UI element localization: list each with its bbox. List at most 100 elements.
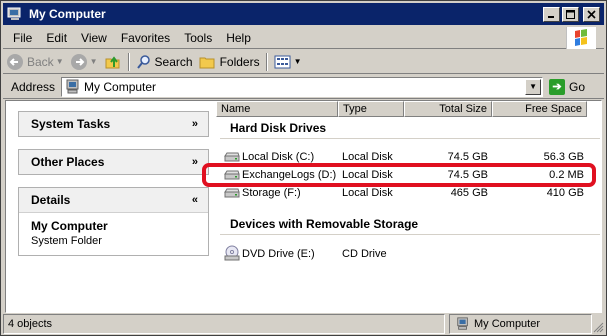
- column-type-label: Type: [343, 103, 367, 115]
- drive-total-size: 74.5 GB: [447, 151, 488, 163]
- minimize-icon: [548, 15, 554, 18]
- address-bar: Address My Computer ▼ ➔ Go: [3, 75, 604, 99]
- details-body: My Computer System Folder: [19, 212, 208, 255]
- maximize-button[interactable]: [562, 6, 579, 22]
- group-header-hard-disk-drives: Hard Disk Drives: [230, 121, 327, 135]
- back-button[interactable]: Back ▼: [3, 51, 67, 73]
- drive-row[interactable]: ExchangeLogs (D:) Local Disk 74.5 GB 0.2…: [216, 167, 601, 185]
- resize-grip-icon[interactable]: [592, 314, 604, 334]
- expand-chevron-icon[interactable]: »: [192, 156, 198, 168]
- drive-row[interactable]: DVD Drive (E:) CD Drive: [216, 245, 601, 264]
- system-tasks-header[interactable]: System Tasks »: [19, 112, 208, 136]
- search-button[interactable]: Search: [133, 51, 196, 73]
- hard-drive-icon: [224, 170, 240, 180]
- my-computer-icon: [66, 79, 79, 93]
- drive-type: Local Disk: [342, 151, 393, 163]
- window-title: My Computer: [29, 7, 106, 21]
- drive-name: Local Disk (C:): [242, 151, 315, 163]
- group-header-removable-storage: Devices with Removable Storage: [230, 217, 419, 231]
- group-divider: [220, 138, 600, 139]
- column-header-name[interactable]: Name: [216, 101, 338, 117]
- toolbar: Back ▼ ▼ Search Folders ▼: [3, 50, 604, 74]
- menu-edit[interactable]: Edit: [39, 31, 74, 45]
- toolbar-separator: [127, 52, 130, 71]
- details-title: Details: [31, 193, 71, 207]
- other-places-panel: Other Places »: [18, 149, 209, 175]
- chevron-down-icon: ▼: [529, 82, 537, 91]
- column-total-label: Total Size: [439, 103, 487, 115]
- drive-total-size: 74.5 GB: [447, 169, 488, 181]
- drive-row[interactable]: Storage (F:) Local Disk 465 GB 410 GB: [216, 185, 601, 203]
- go-label: Go: [569, 79, 586, 94]
- drive-free-space: 0.2 MB: [549, 169, 584, 181]
- my-computer-icon: [7, 7, 21, 20]
- minimize-button[interactable]: [543, 6, 560, 22]
- column-header-type[interactable]: Type: [338, 101, 404, 117]
- system-tasks-panel: System Tasks »: [18, 111, 209, 137]
- hard-drive-icon: [224, 152, 240, 162]
- status-zone: My Computer: [449, 314, 592, 334]
- column-name-label: Name: [221, 103, 251, 115]
- group-divider: [220, 234, 600, 235]
- menu-view[interactable]: View: [74, 31, 114, 45]
- drive-free-space: 410 GB: [546, 187, 584, 199]
- title-bar[interactable]: My Computer: [3, 3, 604, 25]
- other-places-title: Other Places: [31, 155, 105, 169]
- maximize-icon: [566, 9, 575, 19]
- drive-row[interactable]: Local Disk (C:) Local Disk 74.5 GB 56.3 …: [216, 149, 601, 167]
- status-object-count: 4 objects: [3, 314, 445, 334]
- forward-button[interactable]: ▼: [67, 51, 101, 73]
- details-item-type: System Folder: [31, 235, 102, 247]
- back-label: Back: [27, 54, 54, 69]
- status-zone-text: My Computer: [474, 318, 541, 330]
- task-pane: System Tasks » Other Places » Details « …: [6, 101, 216, 312]
- my-computer-icon: [457, 317, 468, 330]
- details-item-name: My Computer: [31, 219, 108, 233]
- menu-favorites[interactable]: Favorites: [114, 31, 177, 45]
- system-tasks-title: System Tasks: [31, 117, 111, 131]
- other-places-header[interactable]: Other Places »: [19, 150, 208, 174]
- drive-name: Storage (F:): [242, 187, 301, 199]
- column-header-free-space[interactable]: Free Space: [492, 101, 587, 117]
- collapse-chevron-icon[interactable]: «: [192, 194, 198, 206]
- views-dropdown-icon[interactable]: ▼: [294, 57, 302, 66]
- back-dropdown-icon[interactable]: ▼: [56, 57, 64, 66]
- close-icon: [587, 9, 596, 19]
- views-button[interactable]: ▼: [271, 51, 305, 73]
- address-dropdown-button[interactable]: ▼: [525, 78, 542, 95]
- menu-help[interactable]: Help: [219, 31, 258, 45]
- details-panel: Details « My Computer System Folder: [18, 187, 209, 256]
- close-button[interactable]: [583, 6, 600, 22]
- expand-chevron-icon[interactable]: »: [192, 118, 198, 130]
- go-button[interactable]: ➔ Go: [549, 78, 586, 95]
- search-icon: [136, 54, 150, 69]
- file-list: Name Type Total Size Free Space Hard Dis…: [216, 101, 601, 312]
- folders-icon: [199, 57, 215, 68]
- hard-drive-icon: [224, 188, 240, 198]
- status-count-text: 4 objects: [8, 318, 53, 330]
- drive-type: Local Disk: [342, 187, 393, 199]
- forward-dropdown-icon[interactable]: ▼: [90, 57, 98, 66]
- drive-name: DVD Drive (E:): [242, 248, 315, 260]
- content-area: System Tasks » Other Places » Details « …: [5, 100, 602, 313]
- column-header-total-size[interactable]: Total Size: [404, 101, 492, 117]
- folders-label: Folders: [219, 54, 260, 69]
- forward-arrow-icon: [70, 53, 87, 70]
- drive-free-space: 56.3 GB: [543, 151, 584, 163]
- back-arrow-icon: [7, 53, 23, 70]
- windows-flag-icon: [566, 27, 596, 49]
- up-folder-icon: [105, 55, 120, 68]
- address-label: Address: [11, 79, 56, 94]
- drive-total-size: 465 GB: [450, 187, 488, 199]
- up-folder-button[interactable]: [101, 51, 125, 73]
- search-label: Search: [154, 54, 193, 69]
- address-field[interactable]: My Computer ▼: [61, 76, 544, 97]
- column-free-label: Free Space: [525, 103, 582, 115]
- window: My Computer File Edit View Favorites Too…: [0, 0, 607, 336]
- menu-file[interactable]: File: [3, 31, 39, 45]
- views-icon: [274, 55, 291, 68]
- drive-name: ExchangeLogs (D:): [242, 169, 337, 181]
- details-header[interactable]: Details «: [19, 188, 208, 212]
- folders-button[interactable]: Folders: [196, 51, 263, 73]
- menu-tools[interactable]: Tools: [177, 31, 219, 45]
